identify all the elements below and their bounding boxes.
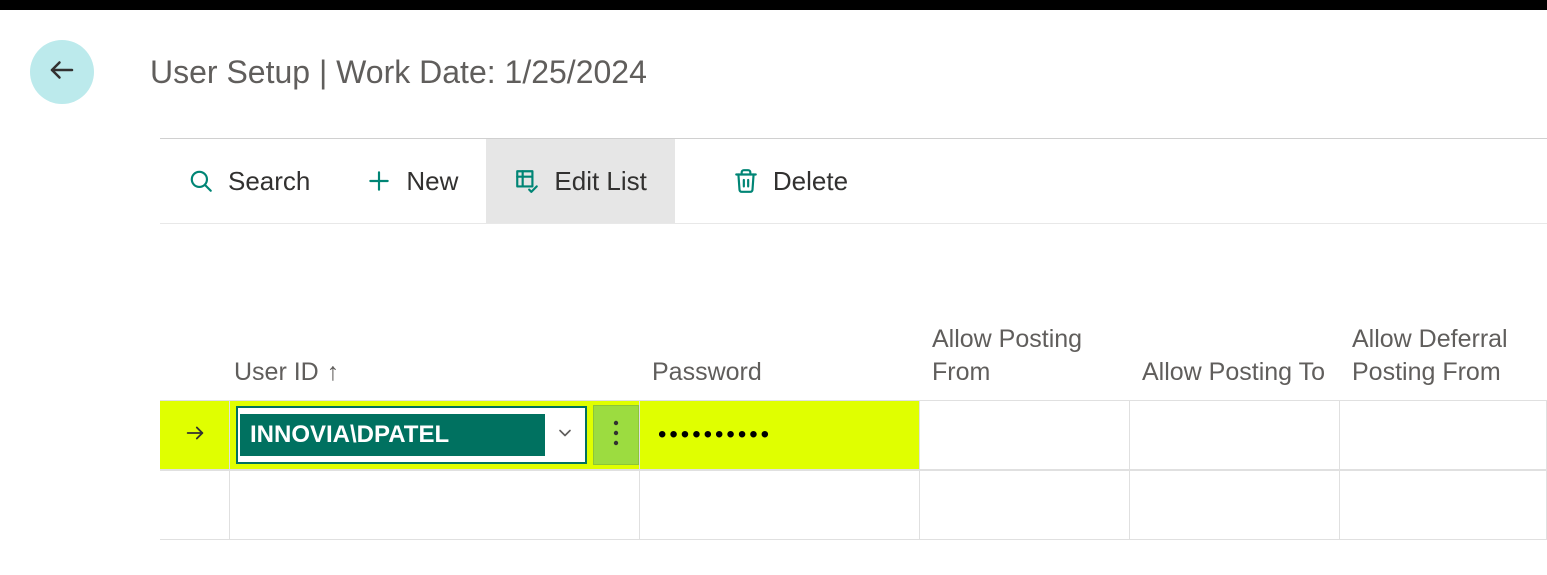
row-actions-button[interactable] — [593, 405, 639, 465]
password-value[interactable]: •••••••••• — [652, 421, 772, 449]
allow-posting-from-cell[interactable] — [920, 471, 1130, 539]
window-chrome-bar — [0, 0, 1547, 10]
edit-list-icon — [514, 168, 540, 194]
grid-header-row: User ID ↑ Password Allow Posting From Al… — [160, 250, 1547, 400]
table-row[interactable]: INNOVIA\DPATEL — [160, 400, 1547, 470]
user-id-dropdown-button[interactable] — [545, 423, 585, 448]
user-id-input[interactable]: INNOVIA\DPATEL — [236, 406, 587, 464]
current-row-indicator — [160, 422, 229, 449]
plus-icon — [366, 168, 392, 194]
arrow-left-icon — [47, 55, 77, 90]
back-button[interactable] — [30, 40, 94, 104]
page-title: User Setup | Work Date: 1/25/2024 — [150, 54, 647, 91]
search-button[interactable]: Search — [160, 139, 338, 223]
delete-button[interactable]: Delete — [705, 139, 876, 223]
new-button[interactable]: New — [338, 139, 486, 223]
toolbar: Search New Edit List Delete — [160, 138, 1547, 224]
new-label: New — [406, 166, 458, 197]
user-id-value: INNOVIA\DPATEL — [240, 414, 545, 456]
arrow-right-icon — [184, 422, 206, 449]
user-id-cell[interactable] — [230, 471, 640, 539]
column-header-allow-deferral-from[interactable]: Allow Deferral Posting From — [1340, 323, 1547, 388]
column-header-allow-posting-from[interactable]: Allow Posting From — [920, 323, 1130, 388]
search-label: Search — [228, 166, 310, 197]
allow-posting-to-cell[interactable] — [1130, 471, 1340, 539]
column-header-user-id[interactable]: User ID ↑ — [230, 356, 640, 389]
edit-list-label: Edit List — [554, 166, 647, 197]
more-vertical-icon — [613, 420, 619, 451]
search-icon — [188, 168, 214, 194]
allow-posting-from-cell[interactable] — [920, 401, 1130, 469]
sort-ascending-icon: ↑ — [327, 356, 340, 389]
password-cell[interactable] — [640, 471, 920, 539]
chevron-down-icon — [555, 423, 575, 448]
trash-icon — [733, 168, 759, 194]
delete-label: Delete — [773, 166, 848, 197]
allow-deferral-from-cell[interactable] — [1340, 401, 1547, 469]
allow-posting-to-cell[interactable] — [1130, 401, 1340, 469]
data-grid: User ID ↑ Password Allow Posting From Al… — [160, 250, 1547, 540]
allow-deferral-from-cell[interactable] — [1340, 471, 1547, 539]
table-row[interactable] — [160, 470, 1547, 540]
column-header-password[interactable]: Password — [640, 356, 920, 389]
edit-list-button[interactable]: Edit List — [486, 139, 675, 223]
column-header-allow-posting-to[interactable]: Allow Posting To — [1130, 356, 1340, 389]
